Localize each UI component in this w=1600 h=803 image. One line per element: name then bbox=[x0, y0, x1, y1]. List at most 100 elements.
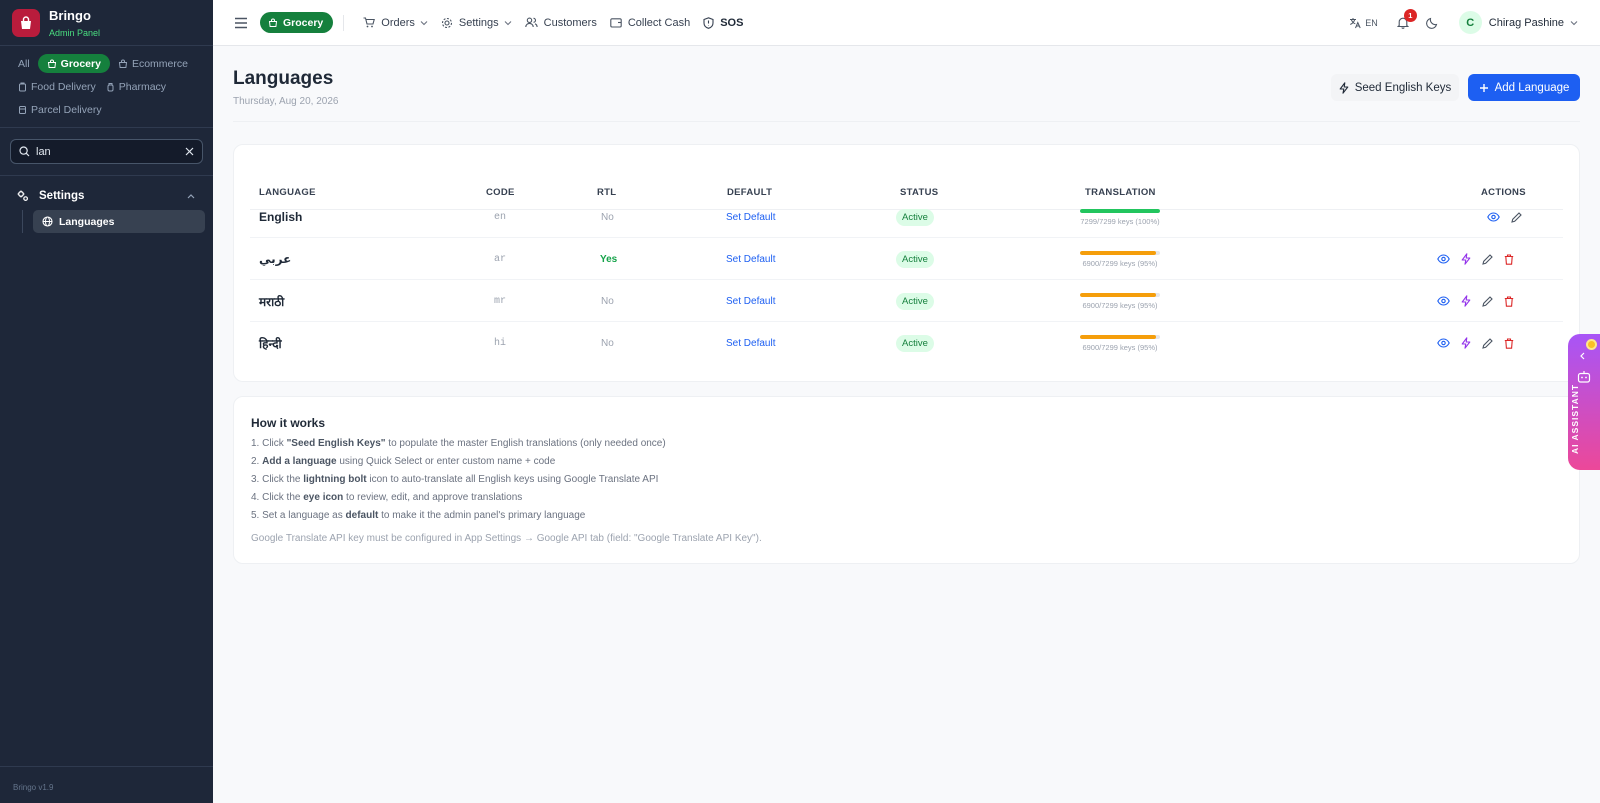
api-key-note: Google Translate API key must be configu… bbox=[251, 533, 762, 544]
lightning-icon bbox=[1339, 81, 1349, 94]
module-switcher-button[interactable]: Grocery bbox=[260, 12, 334, 33]
set-default-link[interactable]: Set Default bbox=[726, 296, 775, 307]
view-eye-icon[interactable] bbox=[1487, 212, 1500, 222]
how-step: 2. Add a language using Quick Select or … bbox=[251, 456, 556, 467]
rtl-value: No bbox=[601, 337, 614, 349]
nav-orders[interactable]: Orders bbox=[363, 17, 428, 29]
app-version: Bringo v1.9 bbox=[0, 766, 213, 803]
auto-translate-lightning-icon[interactable] bbox=[1461, 337, 1471, 349]
sidebar-search-input[interactable] bbox=[36, 145, 185, 158]
sidebar-search bbox=[10, 139, 203, 164]
add-language-button[interactable]: Add Language bbox=[1468, 74, 1580, 101]
nav-collect-cash[interactable]: Collect Cash bbox=[610, 17, 690, 29]
category-all[interactable]: All bbox=[16, 54, 32, 73]
nav-sos[interactable]: SOS bbox=[703, 17, 743, 29]
category-filter: All Grocery Ecommerce Food Delivery Phar… bbox=[0, 46, 213, 128]
sidebar-item-languages[interactable]: Languages bbox=[33, 210, 205, 233]
language-code: en bbox=[494, 211, 507, 223]
chevron-down-icon bbox=[420, 20, 428, 25]
topbar: Grocery Orders Settings Customers Collec… bbox=[213, 0, 1600, 46]
shield-alert-icon bbox=[703, 16, 714, 29]
table-row: मराठी mr No Set Default Active 6900/7299… bbox=[250, 280, 1563, 322]
how-it-works-title: How it works bbox=[251, 416, 326, 430]
view-eye-icon[interactable] bbox=[1437, 296, 1450, 306]
translate-icon bbox=[1350, 17, 1361, 28]
row-actions bbox=[1426, 238, 1514, 280]
chevron-down-icon bbox=[1570, 20, 1578, 25]
progress-fill bbox=[1080, 208, 1160, 213]
user-menu[interactable]: C Chirag Pashine bbox=[1458, 11, 1578, 34]
shop-bag-icon bbox=[47, 59, 56, 68]
language-switcher[interactable]: EN bbox=[1349, 17, 1378, 29]
nav-customers[interactable]: Customers bbox=[524, 17, 597, 29]
table-row: عربي ar Yes Set Default Active 6900/7299… bbox=[250, 238, 1563, 280]
menu-toggle-icon[interactable] bbox=[234, 17, 248, 29]
language-code: mr bbox=[494, 295, 507, 307]
edit-pencil-icon[interactable] bbox=[1482, 337, 1493, 349]
language-code: ar bbox=[494, 253, 507, 265]
translation-progress: 6900/7299 keys (95%) bbox=[1076, 238, 1164, 280]
shop-bag-icon bbox=[118, 59, 128, 68]
category-food-delivery[interactable]: Food Delivery bbox=[16, 77, 98, 96]
status-badge: Active bbox=[896, 292, 934, 310]
brand[interactable]: Bringo Admin Panel bbox=[0, 0, 213, 46]
dark-mode-toggle[interactable] bbox=[1425, 17, 1438, 29]
category-ecommerce[interactable]: Ecommerce bbox=[116, 54, 190, 73]
status-dot bbox=[1586, 339, 1597, 350]
seed-english-keys-button[interactable]: Seed English Keys bbox=[1331, 74, 1459, 101]
nav-settings[interactable]: Settings bbox=[441, 17, 512, 29]
auto-translate-lightning-icon[interactable] bbox=[1461, 295, 1471, 307]
translation-progress: 7299/7299 keys (100%) bbox=[1076, 196, 1164, 238]
chevron-left-icon bbox=[1580, 352, 1585, 360]
menu-group-settings[interactable]: Settings bbox=[0, 176, 213, 202]
rtl-value: No bbox=[601, 211, 614, 223]
status-badge: Active bbox=[896, 250, 934, 268]
wallet-icon bbox=[610, 18, 622, 28]
edit-pencil-icon[interactable] bbox=[1482, 253, 1493, 265]
category-grocery[interactable]: Grocery bbox=[37, 54, 110, 73]
delete-trash-icon[interactable] bbox=[1504, 295, 1514, 307]
language-name: عربي bbox=[259, 252, 292, 266]
avatar: C bbox=[1458, 11, 1482, 34]
languages-table: LANGUAGE CODE RTL DEFAULT STATUS TRANSLA… bbox=[233, 144, 1580, 382]
edit-pencil-icon[interactable] bbox=[1482, 295, 1493, 307]
how-it-works-panel: How it works 1. Click "Seed English Keys… bbox=[233, 396, 1580, 564]
moon-icon bbox=[1425, 17, 1438, 29]
ai-assistant-label: AI ASSISTANT bbox=[1570, 383, 1580, 454]
notification-count-badge: 1 bbox=[1403, 9, 1417, 22]
table-row: हिन्दी hi No Set Default Active 6900/729… bbox=[250, 322, 1563, 364]
row-actions bbox=[1426, 280, 1514, 322]
set-default-link[interactable]: Set Default bbox=[726, 212, 775, 223]
rtl-value: No bbox=[601, 295, 614, 307]
set-default-link[interactable]: Set Default bbox=[726, 254, 775, 265]
view-eye-icon[interactable] bbox=[1437, 254, 1450, 264]
brand-subtitle: Admin Panel bbox=[49, 27, 101, 38]
edit-pencil-icon[interactable] bbox=[1511, 211, 1522, 223]
delete-trash-icon[interactable] bbox=[1504, 337, 1514, 349]
language-name: हिन्दी bbox=[259, 336, 282, 351]
clear-search-icon[interactable] bbox=[185, 147, 194, 156]
how-step: 1. Click "Seed English Keys" to populate… bbox=[251, 438, 666, 449]
set-default-link[interactable]: Set Default bbox=[726, 338, 775, 349]
cart-icon bbox=[363, 17, 376, 28]
category-parcel-delivery[interactable]: Parcel Delivery bbox=[16, 100, 104, 119]
shop-bag-icon bbox=[268, 18, 278, 27]
gears-icon bbox=[17, 190, 29, 202]
pharmacy-icon bbox=[107, 82, 114, 91]
language-name: English bbox=[259, 210, 303, 224]
translation-progress: 6900/7299 keys (95%) bbox=[1076, 280, 1164, 322]
notifications-button[interactable]: 1 bbox=[1396, 9, 1417, 29]
globe-icon bbox=[42, 216, 53, 227]
category-pharmacy[interactable]: Pharmacy bbox=[104, 77, 168, 96]
view-eye-icon[interactable] bbox=[1437, 338, 1450, 348]
delete-trash-icon[interactable] bbox=[1504, 253, 1514, 265]
progress-fill bbox=[1080, 292, 1156, 297]
auto-translate-lightning-icon[interactable] bbox=[1461, 253, 1471, 265]
parcel-icon bbox=[19, 105, 26, 114]
status-badge: Active bbox=[896, 208, 934, 226]
row-actions bbox=[1426, 322, 1514, 364]
food-icon bbox=[19, 82, 26, 91]
ai-assistant-tab[interactable]: AI ASSISTANT bbox=[1568, 334, 1600, 470]
status-badge: Active bbox=[896, 334, 934, 352]
table-row: English en No Set Default Active 7299/72… bbox=[250, 196, 1563, 238]
